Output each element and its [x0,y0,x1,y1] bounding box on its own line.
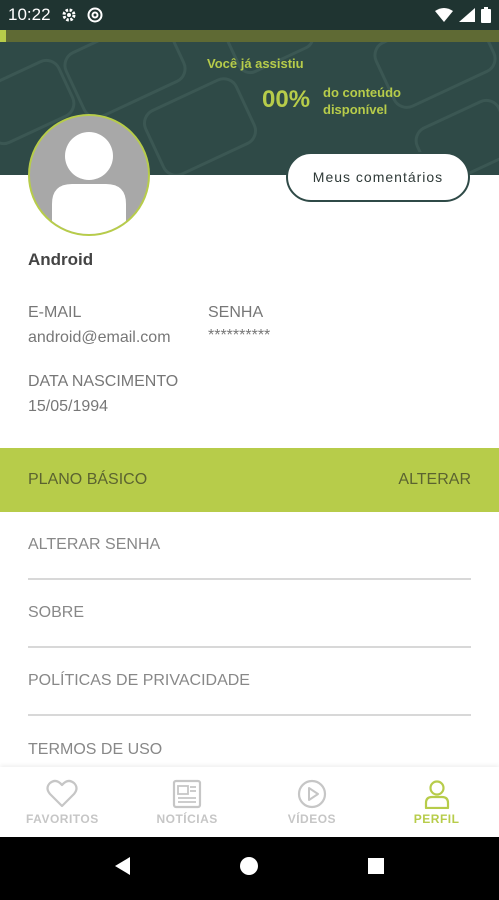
signal-icon [459,8,475,22]
password-value: ********** [208,327,271,344]
nav-item-videos[interactable]: VÍDEOS [250,767,375,837]
play-circle-icon [297,779,326,808]
content-progress-bar [0,30,499,42]
menu-item-privacy-policy[interactable]: POLÍTICAS DE PRIVACIDADE [28,648,471,716]
user-name: Android [28,250,94,269]
birth-date-value: 15/05/1994 [28,398,109,415]
nav-label-profile: PERFIL [413,811,460,826]
person-placeholder-icon [52,132,126,234]
wifi-icon [435,8,453,22]
nav-label-videos: VÍDEOS [287,811,337,826]
plan-bar: PLANO BÁSICO ALTERAR [0,448,499,512]
recents-icon[interactable] [366,856,386,881]
heart-icon [46,779,78,807]
home-icon[interactable] [239,856,259,881]
status-time: 10:22 [8,5,51,24]
system-navigation-bar [0,837,499,900]
back-icon[interactable] [113,856,133,881]
nav-item-news[interactable]: NOTÍCIAS [125,767,250,837]
email-label: E-MAIL [28,304,82,321]
content-progress-fill [0,30,6,42]
nav-label-favorites: FAVORITOS [26,811,99,826]
nav-item-profile[interactable]: PERFIL [374,767,499,837]
menu-item-change-password[interactable]: ALTERAR SENHA [28,512,471,580]
watched-percent: 00% [262,86,311,113]
email-value: android@email.com [28,329,171,346]
watched-label: Você já assistiu [207,56,304,71]
person-icon [424,779,449,809]
watched-suffix: do conteúdo disponível [323,85,401,117]
password-label: SENHA [208,304,264,321]
battery-icon [481,7,491,23]
at-sign-icon [87,7,103,23]
nav-label-news: NOTÍCIAS [156,811,218,826]
status-bar: 10:22 [0,0,499,30]
newspaper-icon [173,779,202,808]
settings-gear-icon [61,7,77,23]
avatar[interactable] [28,114,150,236]
menu-item-about[interactable]: SOBRE [28,580,471,648]
plan-name: PLANO BÁSICO [28,471,148,488]
change-plan-button[interactable]: ALTERAR [398,471,471,489]
my-comments-button[interactable]: Meus comentários [286,152,470,202]
bottom-navigation: FAVORITOS NOTÍCIAS VÍDEOS PERFIL [0,767,499,837]
nav-item-favorites[interactable]: FAVORITOS [0,767,125,837]
birth-date-label: DATA NASCIMENTO [28,373,179,390]
